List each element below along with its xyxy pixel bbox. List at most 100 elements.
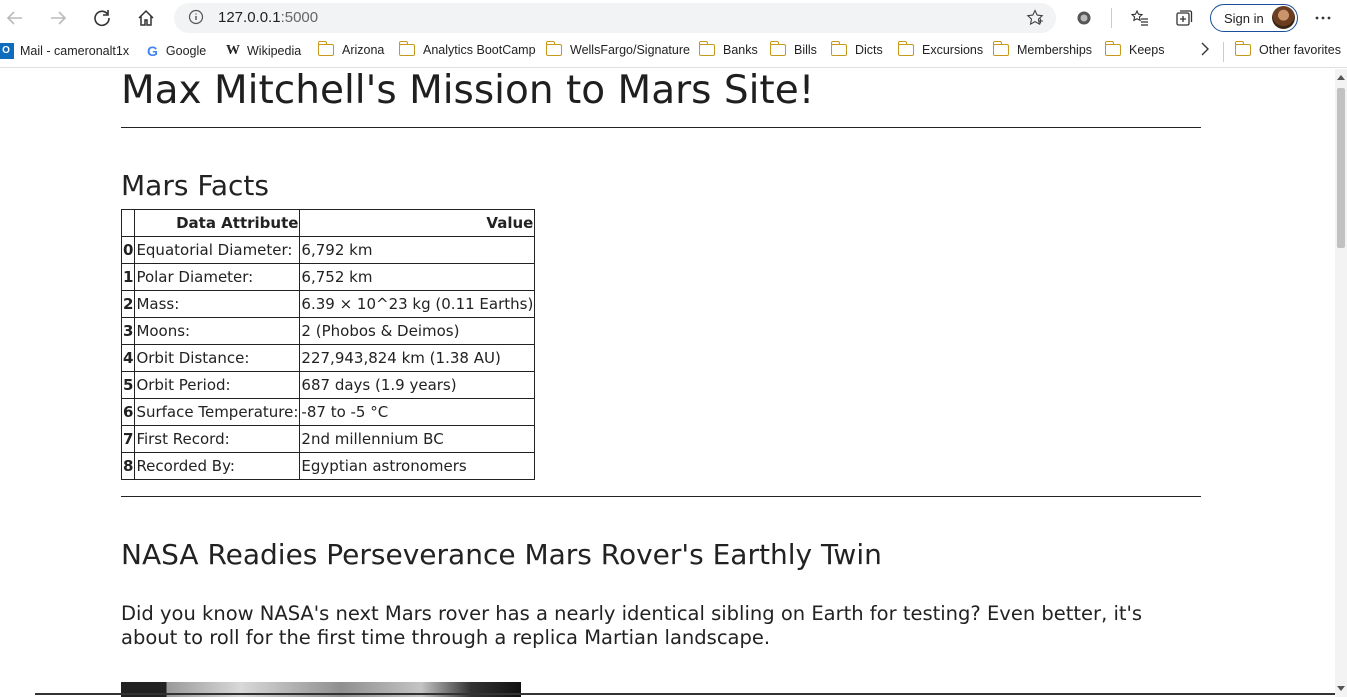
bookmark-label: Banks — [723, 43, 758, 57]
bookmark-mail[interactable]: O Mail - cameronalt1x — [0, 43, 130, 59]
folder-icon — [830, 41, 847, 56]
attribute-cell: Mass: — [134, 290, 301, 318]
bookmark-label: Dicts — [855, 43, 883, 57]
url-text[interactable]: 127.0.0.1:5000 — [218, 9, 318, 26]
attribute-cell: Moons: — [134, 317, 301, 345]
table-row: 3 Moons: 2 (Phobos & Deimos) — [120, 317, 536, 345]
value-cell: 2nd millennium BC — [299, 425, 536, 453]
folder-icon — [698, 41, 715, 56]
value-cell: 2 (Phobos & Deimos) — [299, 317, 536, 345]
mars-facts-table: Data Attribute Value 0 Equatorial Diamete… — [120, 209, 536, 480]
bookmark-label: Other favorites — [1259, 43, 1341, 57]
row-index: 4 — [120, 344, 136, 372]
bookmark-label: Google — [165, 44, 207, 58]
bookmark-other-favorites[interactable]: Other favorites — [1234, 41, 1341, 57]
table-header: Data Attribute — [134, 209, 301, 237]
table-row: 6 Surface Temperature: -87 to -5 °C — [120, 398, 536, 426]
bookmarks-bar: O Mail - cameronalt1x G Google W Wikiped… — [0, 36, 1347, 68]
bookmark-label: Keeps — [1129, 43, 1165, 57]
forward-arrow-icon[interactable] — [46, 6, 70, 30]
attribute-cell: Surface Temperature: — [134, 398, 301, 426]
folder-icon — [769, 41, 786, 56]
bookmark-banks[interactable]: Banks — [698, 41, 758, 57]
news-teaser: Did you know NASA's next Mars rover has … — [121, 602, 1143, 649]
divider — [121, 496, 1201, 497]
bookmark-analytics-bootcamp[interactable]: Analytics BootCamp — [398, 41, 536, 57]
value-cell: 6,752 km — [299, 263, 536, 291]
folder-icon — [545, 41, 562, 56]
back-arrow-icon[interactable] — [3, 6, 27, 30]
toolbar-divider — [1111, 8, 1112, 28]
attribute-cell: Polar Diameter: — [134, 263, 301, 291]
table-row: 0 Equatorial Diameter: 6,792 km — [120, 236, 536, 264]
folder-icon — [398, 41, 415, 56]
table-row: 8 Recorded By: Egyptian astronomers — [120, 452, 536, 480]
bookmark-google[interactable]: G Google — [147, 43, 206, 59]
table-header — [120, 209, 136, 237]
bookmark-dicts[interactable]: Dicts — [830, 41, 883, 57]
bookmark-wellsfargo[interactable]: WellsFargo/Signature — [545, 41, 690, 57]
row-index: 0 — [120, 236, 136, 264]
row-index: 5 — [120, 371, 136, 399]
bookmark-excursions[interactable]: Excursions — [897, 41, 984, 57]
collections-icon[interactable] — [1172, 6, 1196, 30]
wikipedia-icon: W — [226, 43, 240, 58]
address-bar[interactable]: 127.0.0.1:5000 — [174, 3, 1056, 33]
bookmark-arizona[interactable]: Arizona — [317, 41, 385, 57]
folder-icon — [1234, 41, 1251, 56]
facts-heading: Mars Facts — [121, 169, 269, 202]
home-icon[interactable] — [134, 6, 158, 30]
chevron-right-icon[interactable] — [1200, 42, 1210, 56]
divider — [35, 693, 1335, 695]
browser-toolbar: 127.0.0.1:5000 Sign in — [0, 0, 1347, 36]
outlook-icon: O — [0, 43, 14, 59]
table-row: 7 First Record: 2nd millennium BC — [120, 425, 536, 453]
row-index: 3 — [120, 317, 136, 345]
bookmark-keeps[interactable]: Keeps — [1104, 41, 1165, 57]
info-icon[interactable] — [188, 9, 204, 29]
scrollbar[interactable] — [1335, 69, 1347, 697]
scroll-up-arrow-icon[interactable] — [1337, 75, 1345, 80]
table-row: 5 Orbit Period: 687 days (1.9 years) — [120, 371, 536, 399]
refresh-icon[interactable] — [90, 6, 114, 30]
favorites-icon[interactable] — [1128, 6, 1152, 30]
folder-icon — [992, 41, 1009, 56]
attribute-cell: Orbit Distance: — [134, 344, 301, 372]
avatar — [1272, 6, 1295, 29]
row-index: 8 — [120, 452, 136, 480]
bookmark-label: Mail - cameronalt1x — [20, 44, 130, 58]
row-index: 7 — [120, 425, 136, 453]
bookmark-label: Arizona — [342, 43, 385, 57]
row-index: 2 — [120, 290, 136, 318]
value-cell: 687 days (1.9 years) — [299, 371, 536, 399]
attribute-cell: Equatorial Diameter: — [134, 236, 301, 264]
bookmark-label: Memberships — [1017, 43, 1093, 57]
table-header-row: Data Attribute Value — [120, 209, 536, 237]
value-cell: 6,792 km — [299, 236, 536, 264]
table-row: 2 Mass: 6.39 × 10^23 kg (0.11 Earths) — [120, 290, 536, 318]
scroll-down-arrow-icon[interactable] — [1337, 686, 1345, 691]
google-icon: G — [147, 43, 158, 59]
row-index: 6 — [120, 398, 136, 426]
value-cell: -87 to -5 °C — [299, 398, 536, 426]
bookmark-wikipedia[interactable]: W Wikipedia — [226, 43, 301, 59]
value-cell: 227,943,824 km (1.38 AU) — [299, 344, 536, 372]
table-row: 1 Polar Diameter: 6,752 km — [120, 263, 536, 291]
bookmark-label: Bills — [794, 43, 817, 57]
bookmark-label: Excursions — [922, 43, 984, 57]
more-menu-icon[interactable] — [1311, 6, 1335, 30]
bookmarks-divider — [1223, 42, 1224, 62]
sign-in-button[interactable]: Sign in — [1210, 4, 1298, 32]
extension-icon[interactable] — [1072, 6, 1096, 30]
favorite-star-icon[interactable] — [1026, 9, 1044, 31]
bookmark-memberships[interactable]: Memberships — [992, 41, 1093, 57]
news-title: NASA Readies Perseverance Mars Rover's E… — [121, 538, 882, 571]
folder-icon — [1104, 41, 1121, 56]
table-row: 4 Orbit Distance: 227,943,824 km (1.38 AU) — [120, 344, 536, 372]
bookmark-label: Analytics BootCamp — [423, 43, 536, 57]
bookmark-bills[interactable]: Bills — [769, 41, 817, 57]
scroll-thumb[interactable] — [1337, 88, 1345, 248]
attribute-cell: Orbit Period: — [134, 371, 301, 399]
divider — [121, 127, 1201, 128]
folder-icon — [317, 41, 334, 56]
